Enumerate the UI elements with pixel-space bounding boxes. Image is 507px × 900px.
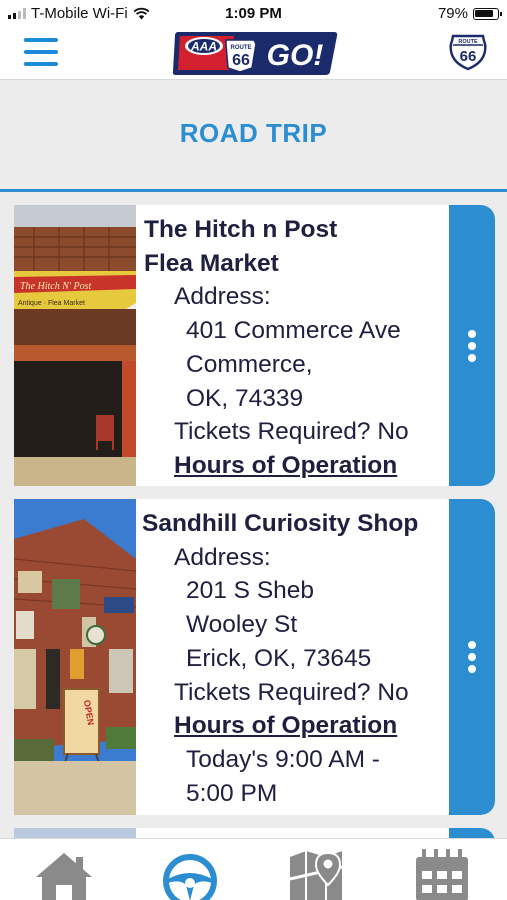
app-header: AAA ROUTE 66 GO! ROUTE 66 (0, 28, 507, 80)
battery-info: 79% (437, 5, 502, 22)
svg-text:AAA: AAA (190, 40, 217, 54)
svg-text:ROUTE: ROUTE (458, 39, 478, 45)
address-line: OK, 74339 (186, 384, 304, 412)
more-vertical-icon (468, 329, 476, 362)
attraction-info: The Hitch n Post Flea Market Address: 40… (144, 213, 443, 483)
address-line: Commerce, (186, 350, 313, 378)
svg-text:66: 66 (232, 52, 250, 69)
svg-text:Antique · Flea Market: Antique · Flea Market (18, 300, 85, 307)
attraction-name: Sandhill Curiosity Shop (142, 510, 419, 537)
battery-percent: 79% (437, 5, 468, 22)
attraction-photo: The Hitch N' Post Antique · Flea Market (14, 205, 136, 486)
address-line: Wooley St (186, 611, 298, 639)
attraction-name-line2: Flea Market (144, 249, 279, 277)
attraction-card[interactable]: The Hitch N' Post Antique · Flea Market … (14, 205, 495, 486)
bottom-navigation (0, 838, 507, 900)
address-line: 401 Commerce Ave (186, 317, 401, 345)
route66-shield-button[interactable]: ROUTE 66 (449, 33, 487, 71)
address-line: Erick, OK, 73645 (186, 644, 372, 672)
steering-wheel-icon[interactable] (160, 849, 220, 900)
page-title: ROAD TRIP (179, 118, 328, 148)
tickets-required: Tickets Required? No (174, 418, 409, 446)
svg-text:ROUTE: ROUTE (231, 45, 252, 51)
clock: 1:09 PM (225, 5, 282, 22)
hours-of-operation-link[interactable]: Hours of Operation (144, 709, 443, 743)
svg-text:66: 66 (460, 48, 477, 65)
attraction-card[interactable]: OPEN Sandhill Curiosity Shop Address: 20… (14, 499, 495, 815)
address-line: 201 S Sheb (186, 577, 315, 605)
hamburger-menu-button[interactable] (24, 38, 58, 66)
attraction-info: Sandhill Curiosity Shop Address: 201 S S… (142, 507, 443, 810)
svg-text:GO!: GO! (267, 39, 324, 72)
calendar-icon[interactable] (412, 849, 472, 900)
aaa-route66-go-logo: AAA ROUTE 66 GO! (172, 32, 338, 75)
home-icon[interactable] (34, 849, 94, 900)
card-options-button[interactable] (449, 499, 495, 815)
card-options-button[interactable] (449, 205, 495, 486)
map-pin-icon[interactable] (286, 849, 346, 900)
battery-icon (473, 7, 502, 20)
more-vertical-icon (468, 641, 476, 673)
todays-hours: Today's 9:00 AM - (186, 745, 380, 773)
attraction-name: The Hitch n Post (144, 216, 338, 243)
address-label: Address: (174, 283, 271, 311)
status-bar: T-Mobile Wi-Fi 1:09 PM 79% (0, 0, 507, 28)
address-label: Address: (174, 543, 271, 571)
todays-hours-line2: 5:00 PM (186, 779, 278, 807)
svg-text:The Hitch N' Post: The Hitch N' Post (20, 281, 92, 292)
page-title-bar: ROAD TRIP (0, 80, 507, 192)
attraction-photo: OPEN (14, 499, 136, 815)
hours-of-operation-link[interactable]: Hours of Operation (144, 449, 443, 483)
tickets-required: Tickets Required? No (174, 678, 409, 706)
